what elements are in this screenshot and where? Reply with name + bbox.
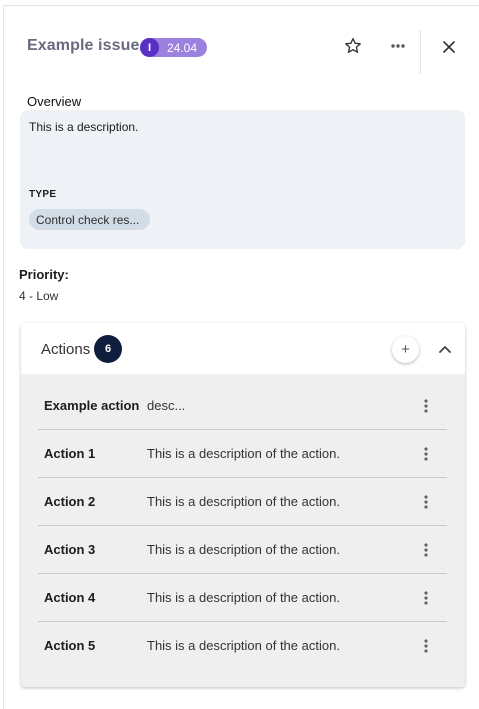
priority-label: Priority: xyxy=(19,267,69,282)
priority-value: 4 - Low xyxy=(19,289,59,303)
action-menu-button[interactable] xyxy=(416,490,436,514)
action-row[interactable]: Example action desc... xyxy=(38,382,447,430)
action-menu-button[interactable] xyxy=(416,634,436,658)
close-button[interactable] xyxy=(435,33,463,61)
action-description: This is a description of the action. xyxy=(147,542,340,557)
overview-box: This is a description. TYPE Control chec… xyxy=(20,110,465,249)
action-row[interactable]: Action 3 This is a description of the ac… xyxy=(38,526,447,574)
plus-icon: + xyxy=(401,341,410,358)
action-row[interactable]: Action 5 This is a description of the ac… xyxy=(38,622,447,670)
more-vertical-icon xyxy=(424,639,428,653)
header-divider xyxy=(420,30,421,74)
actions-list: Example action desc... Action 1 This is … xyxy=(21,374,465,687)
action-description: desc... xyxy=(147,398,186,413)
badge-type-icon: I xyxy=(140,38,159,57)
action-description: This is a description of the action. xyxy=(147,638,340,653)
overview-label: Overview xyxy=(27,94,82,109)
star-outline-icon xyxy=(345,38,361,53)
action-row[interactable]: Action 4 This is a description of the ac… xyxy=(38,574,447,622)
favorite-button[interactable] xyxy=(339,32,367,60)
add-action-button[interactable]: + xyxy=(392,336,419,363)
actions-count-badge: 6 xyxy=(94,335,122,363)
more-horizontal-icon xyxy=(391,44,405,48)
action-name: Example action xyxy=(44,398,140,413)
panel-header: Example issue I 24.04 xyxy=(27,30,479,74)
close-icon xyxy=(443,41,455,53)
action-menu-button[interactable] xyxy=(416,586,436,610)
action-description: This is a description of the action. xyxy=(147,494,340,509)
action-name: Action 4 xyxy=(44,590,96,605)
action-name: Action 3 xyxy=(44,542,96,557)
action-description: This is a description of the action. xyxy=(147,446,340,461)
action-row[interactable]: Action 1 This is a description of the ac… xyxy=(38,430,447,478)
actions-header: Actions 6 + xyxy=(21,323,465,374)
issue-description: This is a description. xyxy=(29,120,139,134)
version-badge: I 24.04 xyxy=(140,38,207,57)
more-options-button[interactable] xyxy=(384,32,412,60)
action-menu-button[interactable] xyxy=(416,538,436,562)
action-menu-button[interactable] xyxy=(416,442,436,466)
more-vertical-icon xyxy=(424,495,428,509)
type-label: TYPE xyxy=(29,189,57,200)
action-name: Action 5 xyxy=(44,638,96,653)
issue-panel: Example issue I 24.04 Overview This is a… xyxy=(3,5,479,709)
more-vertical-icon xyxy=(424,591,428,605)
chevron-up-icon xyxy=(439,346,451,353)
actions-title: Actions xyxy=(41,341,91,358)
more-vertical-icon xyxy=(424,447,428,461)
action-row[interactable]: Action 2 This is a description of the ac… xyxy=(38,478,447,526)
issue-title: Example issue xyxy=(27,37,140,54)
action-name: Action 1 xyxy=(44,446,96,461)
collapse-actions-button[interactable] xyxy=(435,339,455,359)
more-vertical-icon xyxy=(424,399,428,413)
action-name: Action 2 xyxy=(44,494,96,509)
actions-card: Actions 6 + Example action desc... Actio… xyxy=(21,323,465,687)
more-vertical-icon xyxy=(424,543,428,557)
action-menu-button[interactable] xyxy=(416,394,436,418)
type-chip[interactable]: Control check res... xyxy=(29,209,150,230)
badge-version-text: 24.04 xyxy=(167,40,198,55)
action-description: This is a description of the action. xyxy=(147,590,340,605)
